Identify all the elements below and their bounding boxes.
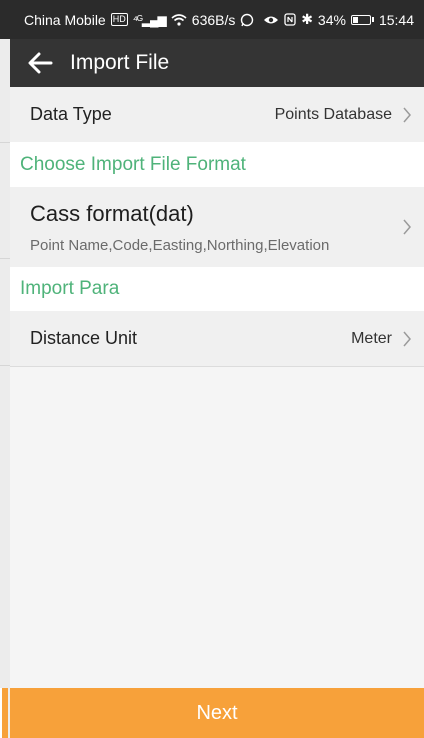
data-type-label: Data Type (30, 104, 112, 124)
data-type-value: Points Database (274, 105, 392, 123)
chevron-right-icon (403, 331, 411, 346)
distance-unit-label: Distance Unit (30, 328, 138, 348)
back-button[interactable] (20, 43, 60, 83)
chevron-right-icon (403, 219, 411, 235)
battery-icon (350, 14, 374, 25)
data-type-row[interactable]: Data Type Points Database (10, 87, 424, 142)
distance-unit-value: Meter (351, 329, 392, 347)
signal-icon: ⁴ᴳ▂▄▆ (132, 12, 167, 27)
eye-icon (264, 16, 279, 23)
whatsapp-icon (241, 13, 254, 26)
format-title: Cass format(dat) (30, 200, 194, 226)
bluetooth-icon: ✱ (301, 11, 313, 27)
page-title: Import File (70, 51, 170, 74)
next-button[interactable]: Next (10, 688, 424, 738)
toolbar: Import File (10, 39, 424, 87)
format-section-header: Choose Import File Format (10, 142, 424, 187)
import-para-header: Import Para (10, 267, 424, 311)
status-bar: China Mobile HD ⁴ᴳ▂▄▆ 636B/s ✱ 34% 15:44 (10, 0, 424, 39)
network-speed: 636B/s (191, 11, 236, 28)
distance-unit-row[interactable]: Distance Unit Meter (10, 311, 424, 366)
carrier-name: China Mobile (24, 11, 106, 28)
nfc-icon (284, 13, 296, 26)
file-format-row[interactable]: Cass format(dat) Point Name,Code,Easting… (10, 187, 424, 267)
format-fields: Point Name,Code,Easting,Northing,Elevati… (30, 236, 330, 254)
arrow-left-icon (28, 52, 53, 74)
chevron-right-icon (403, 107, 411, 122)
background-window-edge (0, 0, 10, 738)
wifi-icon (171, 13, 187, 26)
hd-icon: HD (110, 13, 128, 26)
battery-percent: 34% (317, 11, 346, 28)
divider (10, 366, 424, 367)
clock: 15:44 (378, 11, 414, 28)
import-file-screen: China Mobile HD ⁴ᴳ▂▄▆ 636B/s ✱ 34% 15:44… (10, 0, 424, 738)
